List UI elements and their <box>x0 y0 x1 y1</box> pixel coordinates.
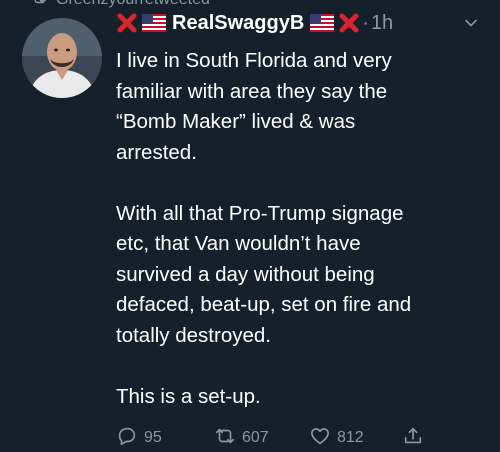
us-flag-icon <box>310 14 335 32</box>
us-flag-icon <box>142 14 166 32</box>
cross-mark-icon <box>338 12 360 34</box>
author-name[interactable]: RealSwaggyB <box>172 12 304 35</box>
tweet-text: I live in South Florida and very familia… <box>116 49 412 408</box>
like-count: 812 <box>337 429 364 446</box>
tweet-header: RealSwaggyB · 1h <box>116 4 482 42</box>
chevron-down-icon[interactable] <box>460 12 482 34</box>
avatar-image <box>22 18 102 98</box>
retweet-button[interactable]: 607 <box>214 425 269 452</box>
reply-button[interactable]: 95 <box>116 425 162 452</box>
avatar[interactable] <box>22 18 102 98</box>
reply-icon <box>116 425 138 452</box>
retweet-count: 607 <box>242 429 269 446</box>
cross-mark-icon <box>116 12 138 34</box>
like-button[interactable]: 812 <box>309 425 364 452</box>
separator: · <box>362 11 369 34</box>
retweet-icon <box>30 0 48 12</box>
timestamp[interactable]: 1h <box>371 12 393 35</box>
share-button[interactable] <box>402 425 424 452</box>
share-icon <box>402 425 424 452</box>
like-icon <box>309 425 331 452</box>
reply-count: 95 <box>144 429 162 446</box>
retweet-icon <box>214 425 236 452</box>
